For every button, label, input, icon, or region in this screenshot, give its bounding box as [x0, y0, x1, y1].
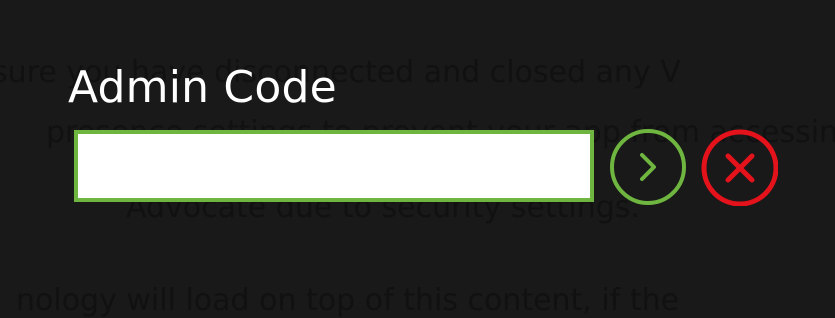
admin-code-input[interactable] [74, 130, 594, 202]
cancel-button[interactable] [700, 128, 778, 206]
background-text-line-4: nology will load on top of this content,… [16, 283, 680, 318]
submit-button[interactable] [609, 128, 687, 206]
x-circle-icon [701, 129, 778, 206]
chevron-right-circle-icon [610, 129, 686, 205]
admin-code-label: Admin Code [68, 62, 337, 113]
